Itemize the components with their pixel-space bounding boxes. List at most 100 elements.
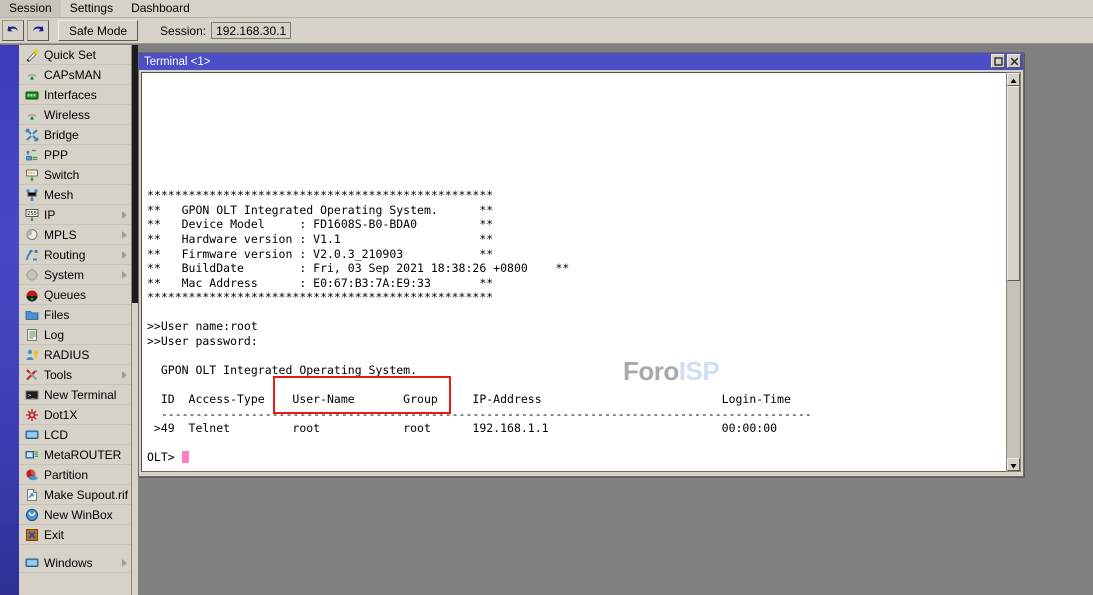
terminal-scroll-thumb[interactable] [1007, 86, 1020, 281]
gear-icon [24, 267, 39, 282]
redo-button[interactable] [27, 20, 49, 41]
ports-icon [24, 87, 39, 102]
sidebar-item-label: New Terminal [44, 388, 116, 402]
sidebar-item-exit[interactable]: Exit [19, 525, 131, 545]
sidebar-item-label: Quick Set [44, 48, 96, 62]
sidebar-item-label: Make Supout.rif [44, 488, 128, 502]
sidebar-item-metarouter[interactable]: MetaROUTER [19, 445, 131, 465]
sidebar-item-mpls[interactable]: MPLS [19, 225, 131, 245]
terminal-icon: >_ [24, 387, 39, 402]
sidebar-separator [19, 545, 131, 553]
sidebar-item-label: Mesh [44, 188, 73, 202]
sidebar-item-lcd[interactable]: LCD [19, 425, 131, 445]
terminal-cursor [182, 451, 189, 463]
menu-item-settings[interactable]: Settings [61, 0, 122, 17]
restore-window-icon [994, 57, 1003, 66]
session-address-field[interactable]: 192.168.30.1 [211, 22, 291, 39]
menu-item-dashboard[interactable]: Dashboard [122, 0, 199, 17]
terminal-titlebar[interactable]: Terminal <1> [139, 53, 1023, 70]
sidebar-item-label: Queues [44, 288, 86, 302]
sidebar-item-label: Log [44, 328, 64, 342]
sidebar-item-system[interactable]: System [19, 265, 131, 285]
sidebar-item-quick-set[interactable]: Quick Set [19, 45, 131, 65]
close-window-button[interactable] [1007, 54, 1021, 68]
sidebar-item-label: PPP [44, 148, 68, 162]
sidebar-item-radius[interactable]: RADIUS [19, 345, 131, 365]
sidebar-item-new-terminal[interactable]: >_ New Terminal [19, 385, 131, 405]
restore-window-button[interactable] [991, 54, 1005, 68]
winbox-brand-strip: WinBox [0, 45, 19, 595]
sidebar-menu: Quick Set CAPsMAN Interfaces Wireless Bridge… [19, 45, 131, 595]
log-icon [24, 327, 39, 342]
partition-icon [24, 467, 39, 482]
folder-icon [24, 307, 39, 322]
scroll-down-arrow-icon [1010, 458, 1017, 472]
sidebar-item-label: CAPsMAN [44, 68, 101, 82]
sidebar-item-make-supout-rif[interactable]: Make Supout.rif [19, 485, 131, 505]
sidebar-item-label: Interfaces [44, 88, 97, 102]
sidebar-item-new-winbox[interactable]: New WinBox [19, 505, 131, 525]
sidebar-item-label: Exit [44, 528, 64, 542]
safe-mode-button[interactable]: Safe Mode [58, 20, 138, 41]
chevron-right-icon [122, 251, 127, 259]
sidebar-item-routing[interactable]: Routing [19, 245, 131, 265]
terminal-output-area[interactable]: ****************************************… [141, 72, 1007, 472]
redo-arrow-icon [31, 24, 45, 37]
terminal-window[interactable]: Terminal <1> ***************************… [138, 52, 1024, 477]
queues-icon [24, 287, 39, 302]
svg-text:255: 255 [27, 211, 37, 217]
scroll-up-button[interactable] [1007, 73, 1020, 86]
metarouter-icon [24, 447, 39, 462]
sidebar-item-mesh[interactable]: Mesh [19, 185, 131, 205]
sidebar-item-label: Wireless [44, 108, 90, 122]
antenna-icon [24, 107, 39, 122]
supout-icon [24, 487, 39, 502]
sidebar-item-dot1x[interactable]: Dot1X [19, 405, 131, 425]
chevron-right-icon [122, 231, 127, 239]
session-label: Session: [160, 24, 206, 38]
bridge-icon [24, 127, 39, 142]
sidebar-item-ppp[interactable]: PPP [19, 145, 131, 165]
radius-user-icon [24, 347, 39, 362]
routing-icon [24, 247, 39, 262]
terminal-scrollbar[interactable] [1006, 72, 1021, 472]
sidebar-item-bridge[interactable]: Bridge [19, 125, 131, 145]
sidebar-item-label: IP [44, 208, 55, 222]
monitor-icon [24, 555, 39, 570]
sidebar-item-log[interactable]: Log [19, 325, 131, 345]
sidebar-item-label: MetaROUTER [44, 448, 121, 462]
sidebar-item-label: New WinBox [44, 508, 113, 522]
window-controls [991, 54, 1021, 68]
sidebar-item-tools[interactable]: Tools [19, 365, 131, 385]
sidebar-item-switch[interactable]: Switch [19, 165, 131, 185]
sidebar-item-label: Dot1X [44, 408, 77, 422]
terminal-text: ****************************************… [147, 87, 812, 465]
undo-button[interactable] [2, 20, 24, 41]
monitor-icon [24, 427, 39, 442]
sidebar-item-label: Tools [44, 368, 72, 382]
sidebar-item-wireless[interactable]: Wireless [19, 105, 131, 125]
menu-item-session[interactable]: Session [0, 0, 61, 17]
sidebar-item-interfaces[interactable]: Interfaces [19, 85, 131, 105]
wand-icon [24, 47, 39, 62]
sidebar-item-partition[interactable]: Partition [19, 465, 131, 485]
undo-arrow-icon [6, 24, 20, 37]
sidebar-item-label: MPLS [44, 228, 77, 242]
sidebar-item-windows[interactable]: Windows [19, 553, 131, 573]
sidebar-item-ip[interactable]: 255 IP [19, 205, 131, 225]
mpls-icon [24, 227, 39, 242]
scroll-down-button[interactable] [1007, 458, 1020, 471]
sidebar-item-label: Routing [44, 248, 85, 262]
chevron-right-icon [122, 371, 127, 379]
chevron-right-icon [122, 559, 127, 567]
sidebar-item-label: RADIUS [44, 348, 89, 362]
sidebar-item-label: Files [44, 308, 69, 322]
sidebar-item-label: Bridge [44, 128, 79, 142]
sidebar-item-queues[interactable]: Queues [19, 285, 131, 305]
sidebar-item-files[interactable]: Files [19, 305, 131, 325]
toolbar: Safe Mode Session: 192.168.30.1 [0, 18, 1093, 44]
terminal-scroll-track[interactable] [1007, 86, 1020, 458]
sidebar-scrollbar[interactable] [131, 45, 138, 595]
sidebar-item-label: Windows [44, 556, 93, 570]
sidebar-item-capsman[interactable]: CAPsMAN [19, 65, 131, 85]
